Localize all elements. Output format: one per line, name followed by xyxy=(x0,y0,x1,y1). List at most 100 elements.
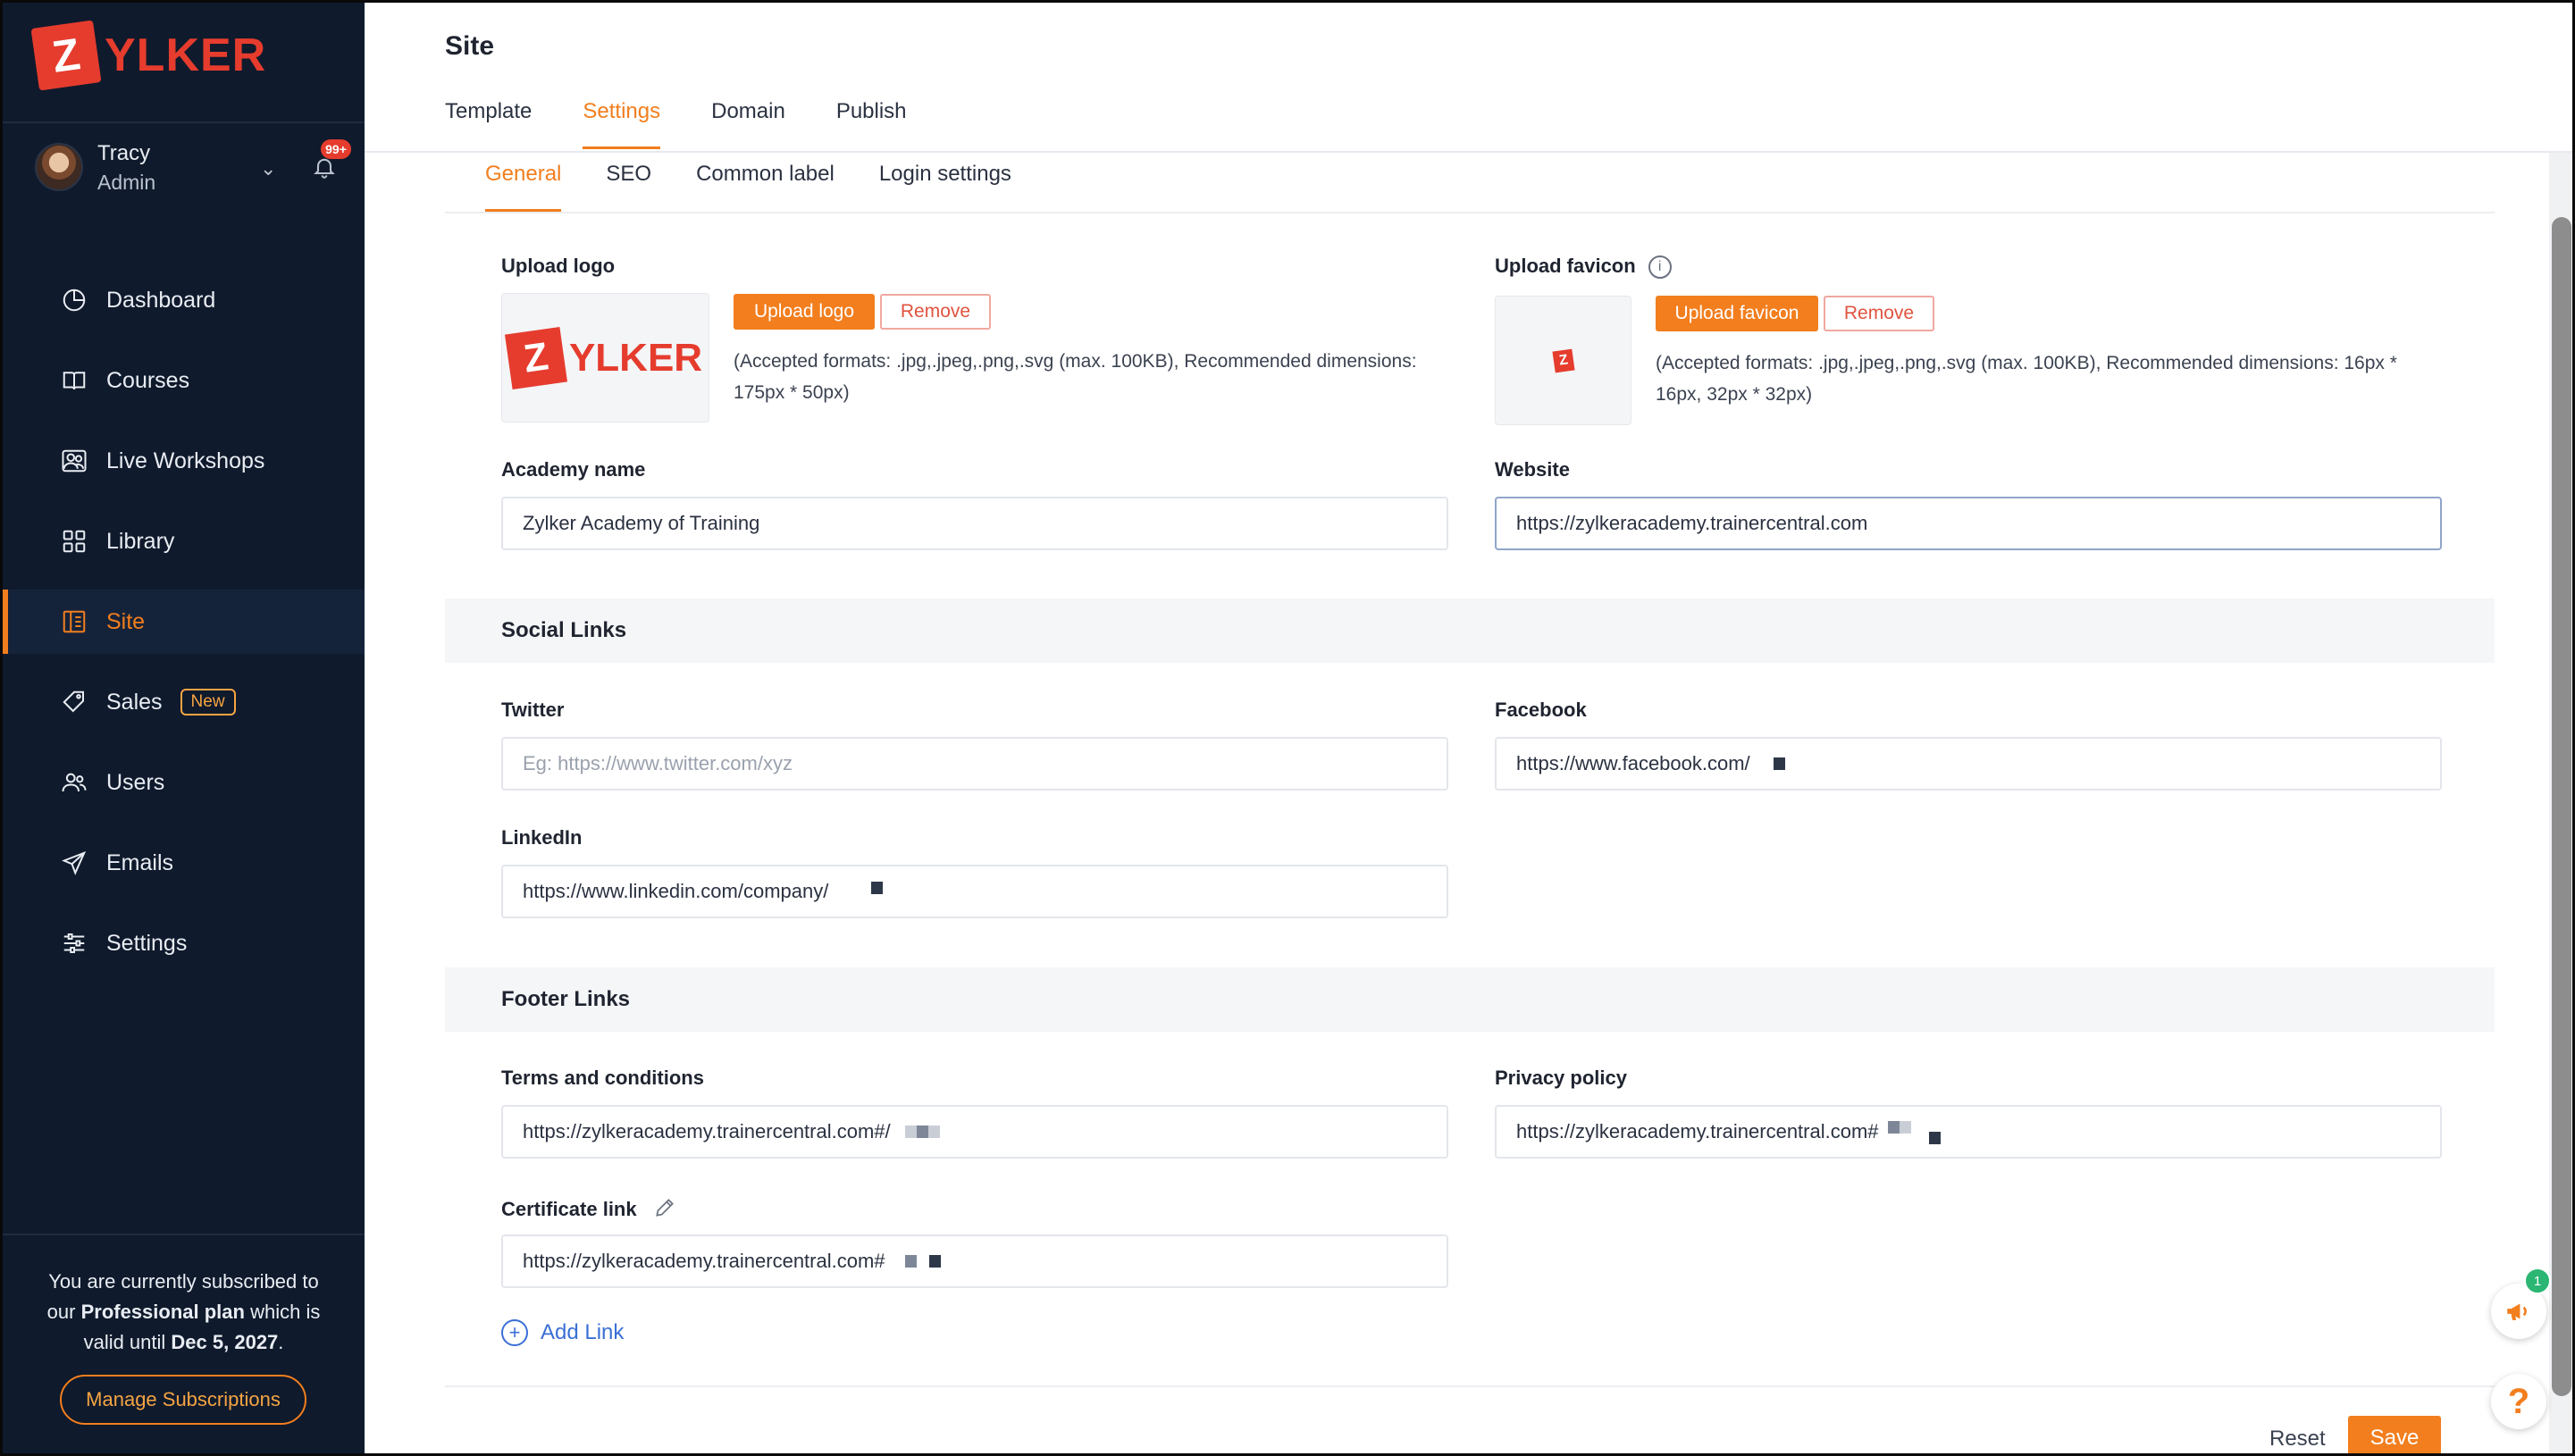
subtab-common-label[interactable]: Common label xyxy=(696,153,835,212)
sidebar-item-label: Library xyxy=(106,528,175,554)
favicon-format-hint: (Accepted formats: .jpg,.jpeg,.png,.svg … xyxy=(1656,353,2397,405)
subscription-text: You are currently subscribed to xyxy=(48,1270,319,1293)
upload-logo-label: Upload logo xyxy=(501,255,616,277)
reset-button[interactable]: Reset xyxy=(2269,1427,2326,1452)
settings-content: General SEO Common label Login settings … xyxy=(445,153,2495,1453)
sidebar: Z YLKER Tracy Admin ⌄ 99+ Dashboard Cour… xyxy=(3,3,365,1453)
sidebar-item-sales[interactable]: Sales New xyxy=(3,670,365,734)
sidebar-item-users[interactable]: Users xyxy=(3,750,365,815)
linkedin-input[interactable]: https://www.linkedin.com/company/ xyxy=(501,865,1448,918)
tab-settings[interactable]: Settings xyxy=(583,99,660,149)
sidebar-item-live-workshops[interactable]: Live Workshops xyxy=(3,429,365,493)
sidebar-item-label: Dashboard xyxy=(106,287,216,313)
favicon-mark: Z xyxy=(1551,348,1575,372)
sidebar-item-dashboard[interactable]: Dashboard xyxy=(3,268,365,332)
sidebar-item-label: Live Workshops xyxy=(106,448,265,473)
subtab-seo[interactable]: SEO xyxy=(606,153,651,212)
terms-input[interactable]: https://zylkeracademy.trainercentral.com… xyxy=(501,1105,1448,1159)
upload-favicon-button[interactable]: Upload favicon xyxy=(1656,296,1818,331)
twitter-input[interactable]: Eg: https://www.twitter.com/xyz xyxy=(501,737,1448,791)
profile-role: Admin xyxy=(97,171,156,194)
footer-links-heading: Footer Links xyxy=(445,967,2495,1032)
logo-mark: Z xyxy=(30,20,102,91)
settings-subtabs: General SEO Common label Login settings xyxy=(485,153,1056,212)
site-tabs: Template Settings Domain Publish xyxy=(445,99,958,149)
favicon-preview: Z xyxy=(1495,296,1631,425)
add-link-button[interactable]: + Add Link xyxy=(501,1319,624,1346)
subtabs-divider xyxy=(445,212,2495,213)
announcement-count-badge: 1 xyxy=(2524,1268,2551,1294)
facebook-input[interactable]: https://www.facebook.com/ xyxy=(1495,737,2442,791)
brand-logo[interactable]: Z YLKER xyxy=(30,20,266,91)
linkedin-url-text: https://www.linkedin.com/company/ xyxy=(523,880,829,902)
dashboard-icon xyxy=(60,286,88,314)
certificate-link-label-text: Certificate link xyxy=(501,1197,637,1220)
subtab-general[interactable]: General xyxy=(485,153,562,212)
library-icon xyxy=(60,527,88,556)
general-settings-card: General SEO Common label Login settings … xyxy=(445,153,2495,1453)
upload-logo-button[interactable]: Upload logo xyxy=(734,294,875,330)
redacted-block xyxy=(904,1125,917,1138)
sidebar-item-emails[interactable]: Emails xyxy=(3,831,365,895)
subtab-login-settings[interactable]: Login settings xyxy=(879,153,1011,212)
privacy-label: Privacy policy xyxy=(1495,1067,1627,1089)
settings-sliders-icon xyxy=(60,929,88,958)
subscription-plan: Professional plan xyxy=(80,1301,245,1323)
subscription-text: which is xyxy=(244,1301,321,1323)
profile-name: Tracy xyxy=(97,141,151,165)
logo-preview: Z YLKER xyxy=(501,293,709,423)
redacted-block xyxy=(904,1255,917,1268)
scrollbar-thumb[interactable] xyxy=(2552,217,2571,1396)
redacted-block xyxy=(1773,757,1785,770)
tab-template[interactable]: Template xyxy=(445,99,532,149)
live-workshops-icon xyxy=(60,447,88,475)
social-links-heading: Social Links xyxy=(445,598,2495,663)
sidebar-item-courses[interactable]: Courses xyxy=(3,348,365,413)
main-area: Site Template Settings Domain Publish Ge… xyxy=(365,3,2572,1453)
redacted-block xyxy=(1899,1121,1911,1134)
subscription-text: our xyxy=(46,1301,81,1323)
help-button[interactable]: ? xyxy=(2491,1374,2546,1429)
subscription-date: Dec 5, 2027 xyxy=(171,1331,279,1353)
info-icon[interactable]: i xyxy=(1648,255,1672,280)
add-link-label: Add Link xyxy=(541,1320,625,1344)
redacted-block xyxy=(1928,1132,1941,1144)
redacted-block xyxy=(871,882,884,894)
sidebar-item-label: Settings xyxy=(106,930,188,956)
page-title: Site xyxy=(445,31,495,61)
website-input[interactable]: https://zylkeracademy.trainercentral.com xyxy=(1495,497,2442,550)
sidebar-item-label: Sales xyxy=(106,689,163,715)
sidebar-divider xyxy=(3,121,365,123)
remove-logo-button[interactable]: Remove xyxy=(880,294,991,330)
help-question-icon: ? xyxy=(2507,1381,2530,1421)
redacted-block xyxy=(927,1125,940,1138)
sidebar-divider xyxy=(3,1234,365,1235)
tab-publish[interactable]: Publish xyxy=(836,99,907,149)
logo-text: YLKER xyxy=(568,335,703,380)
terms-url-text: https://zylkeracademy.trainercentral.com… xyxy=(523,1120,891,1142)
logo-preview-image: Z YLKER xyxy=(504,326,703,389)
tab-domain[interactable]: Domain xyxy=(711,99,785,149)
redacted-block xyxy=(916,1125,928,1138)
certificate-link-input[interactable]: https://zylkeracademy.trainercentral.com… xyxy=(501,1234,1448,1288)
sidebar-item-label: Users xyxy=(106,769,165,795)
sidebar-item-library[interactable]: Library xyxy=(3,509,365,573)
manage-subscriptions-button[interactable]: Manage Subscriptions xyxy=(60,1375,306,1425)
sidebar-item-site[interactable]: Site xyxy=(3,590,365,654)
twitter-label: Twitter xyxy=(501,699,565,721)
sidebar-item-settings[interactable]: Settings xyxy=(3,911,365,975)
remove-favicon-button[interactable]: Remove xyxy=(1824,296,1934,331)
sidebar-item-label: Emails xyxy=(106,849,174,875)
chevron-down-icon[interactable]: ⌄ xyxy=(260,157,276,180)
plus-circle-icon: + xyxy=(501,1319,528,1346)
save-button[interactable]: Save xyxy=(2348,1416,2441,1453)
privacy-input[interactable]: https://zylkeracademy.trainercentral.com… xyxy=(1495,1105,2442,1159)
notification-badge: 99+ xyxy=(321,139,351,159)
users-icon xyxy=(60,768,88,797)
pencil-edit-icon[interactable] xyxy=(653,1196,676,1225)
sidebar-item-label: Courses xyxy=(106,367,190,393)
profile-switcher[interactable]: Tracy Admin ⌄ 99+ xyxy=(35,139,351,197)
facebook-label: Facebook xyxy=(1495,699,1587,721)
academy-name-input[interactable]: Zylker Academy of Training xyxy=(501,497,1448,550)
logo-format-hint: (Accepted formats: .jpg,.jpeg,.png,.svg … xyxy=(734,351,1417,403)
